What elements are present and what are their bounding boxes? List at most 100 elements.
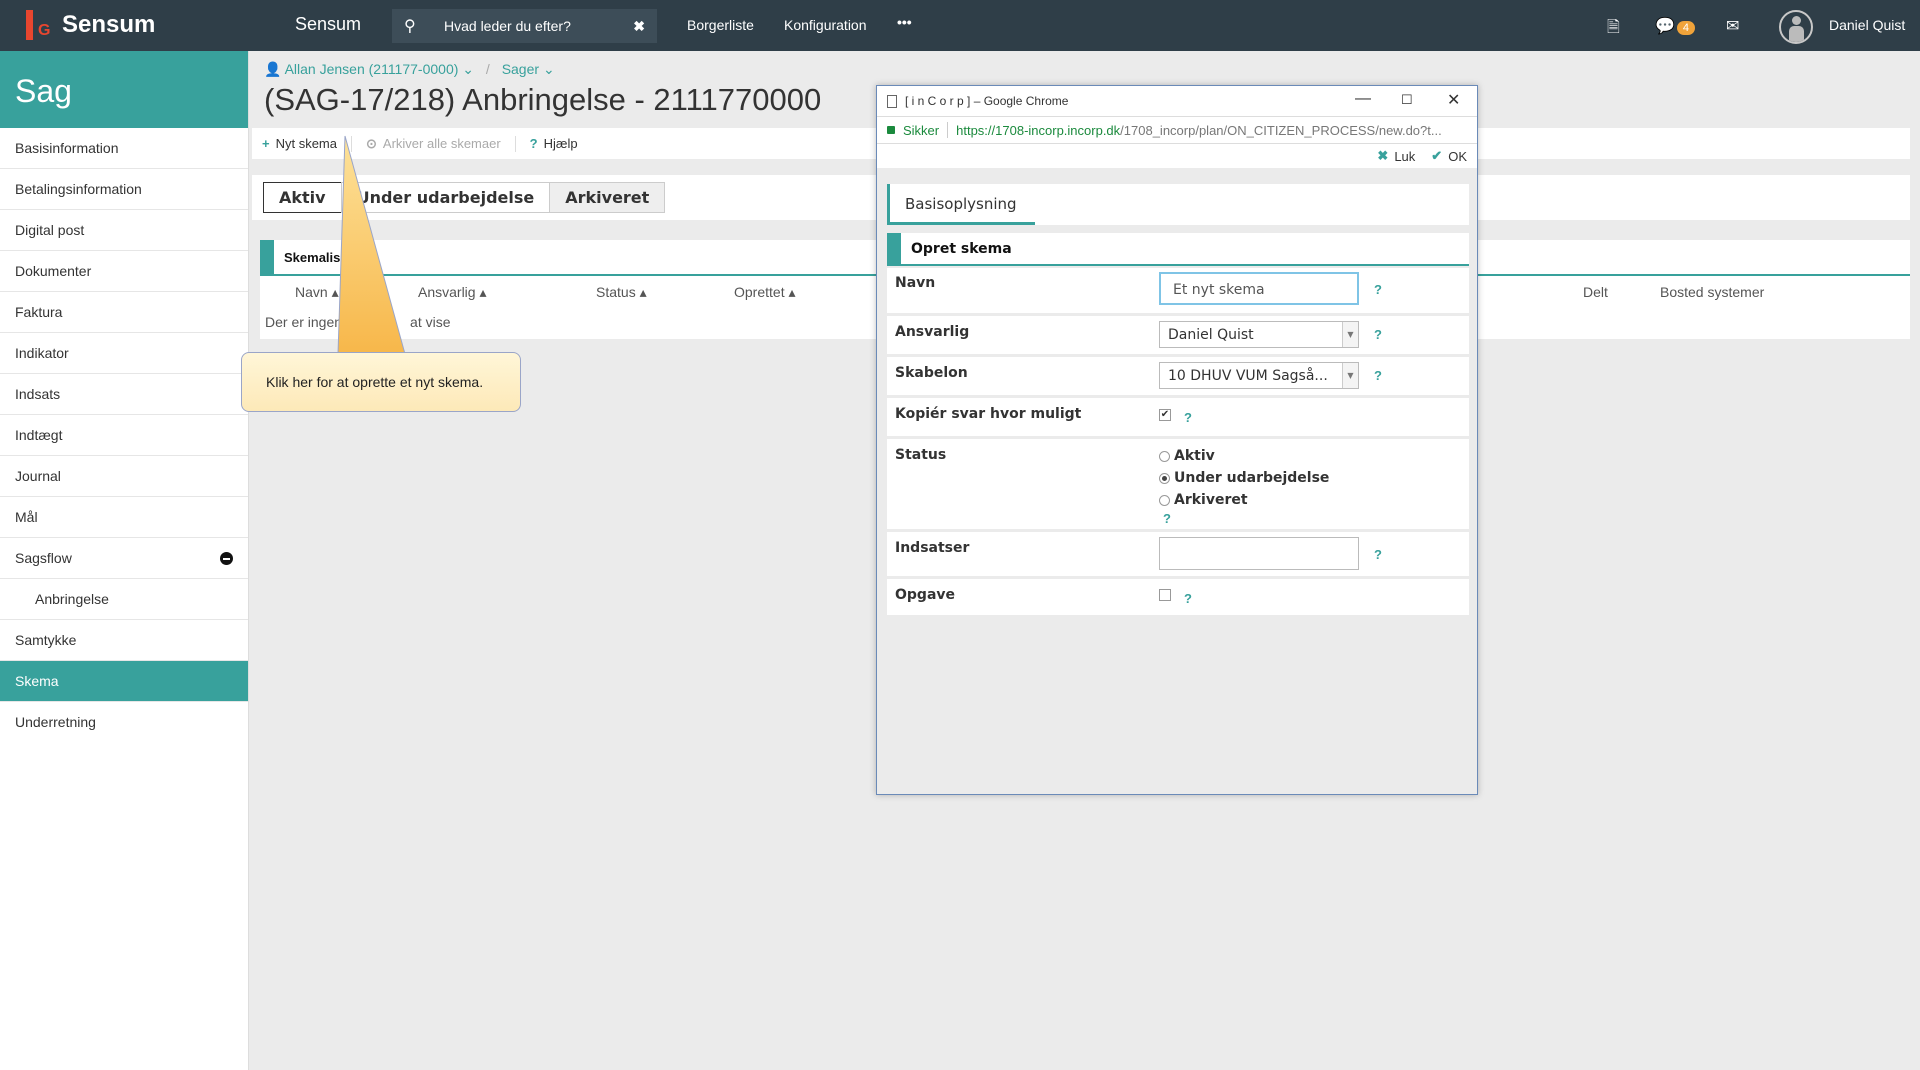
help-icon[interactable]: ? [1374,368,1382,383]
breadcrumb-person[interactable]: Allan Jensen (211177-0000) [285,61,459,77]
template-select[interactable]: 10 DHUV VUM Sagså... ▼ [1159,362,1359,389]
column-oprettet[interactable]: Oprettet ▴ [734,284,796,301]
tab-aktiv[interactable]: Aktiv [263,182,342,213]
more-menu-button[interactable]: ••• [897,14,912,30]
name-field[interactable]: Et nyt skema [1159,272,1359,305]
popup-actions: ✖ Luk ✔ OK [877,144,1477,168]
new-schema-button[interactable]: + Nyt skema [262,136,337,151]
sidebar-item-underretning[interactable]: Underretning [0,702,248,743]
user-name[interactable]: Daniel Quist [1829,17,1905,33]
lock-icon [887,126,895,134]
status-option-under-udarbejdelse[interactable]: Under udarbejdelse [1159,470,1329,486]
close-icon: ✖ [1377,148,1389,163]
field-row-opgave: Opgave ? [887,579,1469,615]
sidebar-item-digital-post[interactable]: Digital post [0,210,248,251]
task-label: Opgave [895,587,956,603]
dropdown-arrow-icon: ▼ [1342,322,1358,347]
breadcrumb-sager[interactable]: Sager [502,61,539,77]
column-navn[interactable]: Navn ▴ [295,284,339,301]
search-icon: ⚲ [404,18,416,35]
sidebar-item-betalingsinformation[interactable]: Betalingsinformation [0,169,248,210]
sidebar-item-faktura[interactable]: Faktura [0,292,248,333]
sidebar-item-maal[interactable]: Mål [0,497,248,538]
column-ansvarlig[interactable]: Ansvarlig ▴ [418,284,487,301]
archive-icon: ⊙ [366,135,377,151]
status-option-arkiveret[interactable]: Arkiveret [1159,492,1248,508]
help-icon[interactable]: ? [1163,511,1171,526]
address-bar[interactable]: Sikker https://1708-incorp.incorp.dk/170… [877,116,1477,144]
eg-logo-icon: G [26,10,56,40]
page-icon [887,94,897,108]
sidebar-item-sagsflow[interactable]: Sagsflow [0,538,248,579]
column-delt[interactable]: Delt [1583,284,1608,300]
sidebar-item-indtaegt[interactable]: Indtægt [0,415,248,456]
archive-all-label: Arkiver alle skemaer [382,136,501,151]
nav-konfiguration[interactable]: Konfiguration [784,17,867,33]
chat-icon: 💬 [1655,18,1675,35]
question-icon: ? [529,136,538,151]
template-value: 10 DHUV VUM Sagså... [1168,368,1328,384]
plus-icon: + [262,136,270,151]
column-status[interactable]: Status ▴ [596,284,647,301]
nav-borgerliste[interactable]: Borgerliste [687,17,754,33]
clear-search-icon[interactable]: ✖ [633,18,645,35]
sensum-logo[interactable]: G Sensum [26,10,155,40]
search-box[interactable]: ⚲ Hvad leder du efter? ✖ [392,9,657,43]
field-row-ansvarlig: Ansvarlig Daniel Quist ▼ ? [887,316,1469,354]
sidebar-item-basisinformation[interactable]: Basisinformation [0,128,248,169]
archive-all-button[interactable]: ⊙ Arkiver alle skemaer [366,136,501,152]
sidebar-item-label: Sagsflow [15,550,72,566]
help-icon[interactable]: ? [1374,282,1382,297]
sidebar-item-indikator[interactable]: Indikator [0,333,248,374]
owner-label: Ansvarlig [895,324,970,340]
column-bosted-systemer[interactable]: Bosted systemer [1660,284,1764,300]
close-window-icon[interactable]: ✕ [1447,90,1460,110]
chevron-down-icon[interactable]: ⌄ [543,61,555,77]
breadcrumb: 👤 Allan Jensen (211177-0000) ⌄ / Sager ⌄ [264,61,555,77]
sidebar-item-samtykke[interactable]: Samtykke [0,620,248,661]
sidebar-item-dokumenter[interactable]: Dokumenter [0,251,248,292]
sidebar-item-anbringelse[interactable]: Anbringelse [0,579,248,620]
empty-message: Der er ingen at vise [265,314,451,330]
sidebar-item-skema[interactable]: Skema [0,661,248,702]
copy-answers-checkbox[interactable]: ✔ [1159,409,1171,421]
search-input[interactable]: Hvad leder du efter? [444,18,633,34]
template-label: Skabelon [895,365,968,381]
close-button[interactable]: ✖ Luk [1377,148,1415,164]
field-row-skabelon: Skabelon 10 DHUV VUM Sagså... ▼ ? [887,357,1469,395]
field-row-status: Status Aktiv Under udarbejdelse Arkivere… [887,439,1469,529]
avatar[interactable] [1779,10,1813,44]
messages-button[interactable]: 💬 4 [1655,16,1696,36]
radio-icon [1159,494,1170,506]
tab-basisoplysning[interactable]: Basisoplysning [887,184,1035,225]
radio-icon [1159,450,1170,462]
help-icon[interactable]: ? [1184,591,1192,606]
document-icon[interactable]: 🗎 [1607,16,1620,43]
help-icon[interactable]: ? [1184,410,1192,425]
help-icon[interactable]: ? [1374,327,1382,342]
ok-button[interactable]: ✔ OK [1431,148,1467,164]
interventions-field[interactable] [1159,537,1359,570]
task-checkbox[interactable] [1159,589,1171,601]
maximize-icon[interactable]: ☐ [1401,92,1413,108]
mail-icon[interactable]: ✉ [1726,16,1739,36]
help-icon[interactable]: ? [1374,547,1382,562]
help-button[interactable]: ? Hjælp [530,136,578,151]
tab-arkiveret[interactable]: Arkiveret [549,182,666,213]
chevron-down-icon[interactable]: ⌄ [462,61,474,77]
sidebar-item-indsats[interactable]: Indsats [0,374,248,415]
collapse-icon[interactable] [220,552,233,565]
minimize-icon[interactable]: — [1355,90,1371,108]
interventions-label: Indsatser [895,540,970,556]
popup-titlebar: [ i n C o r p ] – Google Chrome — ☐ ✕ [877,86,1477,116]
new-schema-label: Nyt skema [275,136,337,151]
tab-under-udarbejdelse[interactable]: Under udarbejdelse [340,182,551,213]
sidebar-item-journal[interactable]: Journal [0,456,248,497]
close-label: Luk [1394,148,1416,164]
url-host: https://1708-incorp.incorp.dk [956,122,1121,138]
owner-select[interactable]: Daniel Quist ▼ [1159,321,1359,348]
check-icon: ✔ [1431,148,1443,163]
tooltip-callout: Klik her for at oprette et nyt skema. [241,352,521,412]
app-title[interactable]: Sensum [295,14,361,35]
status-option-aktiv[interactable]: Aktiv [1159,448,1215,464]
